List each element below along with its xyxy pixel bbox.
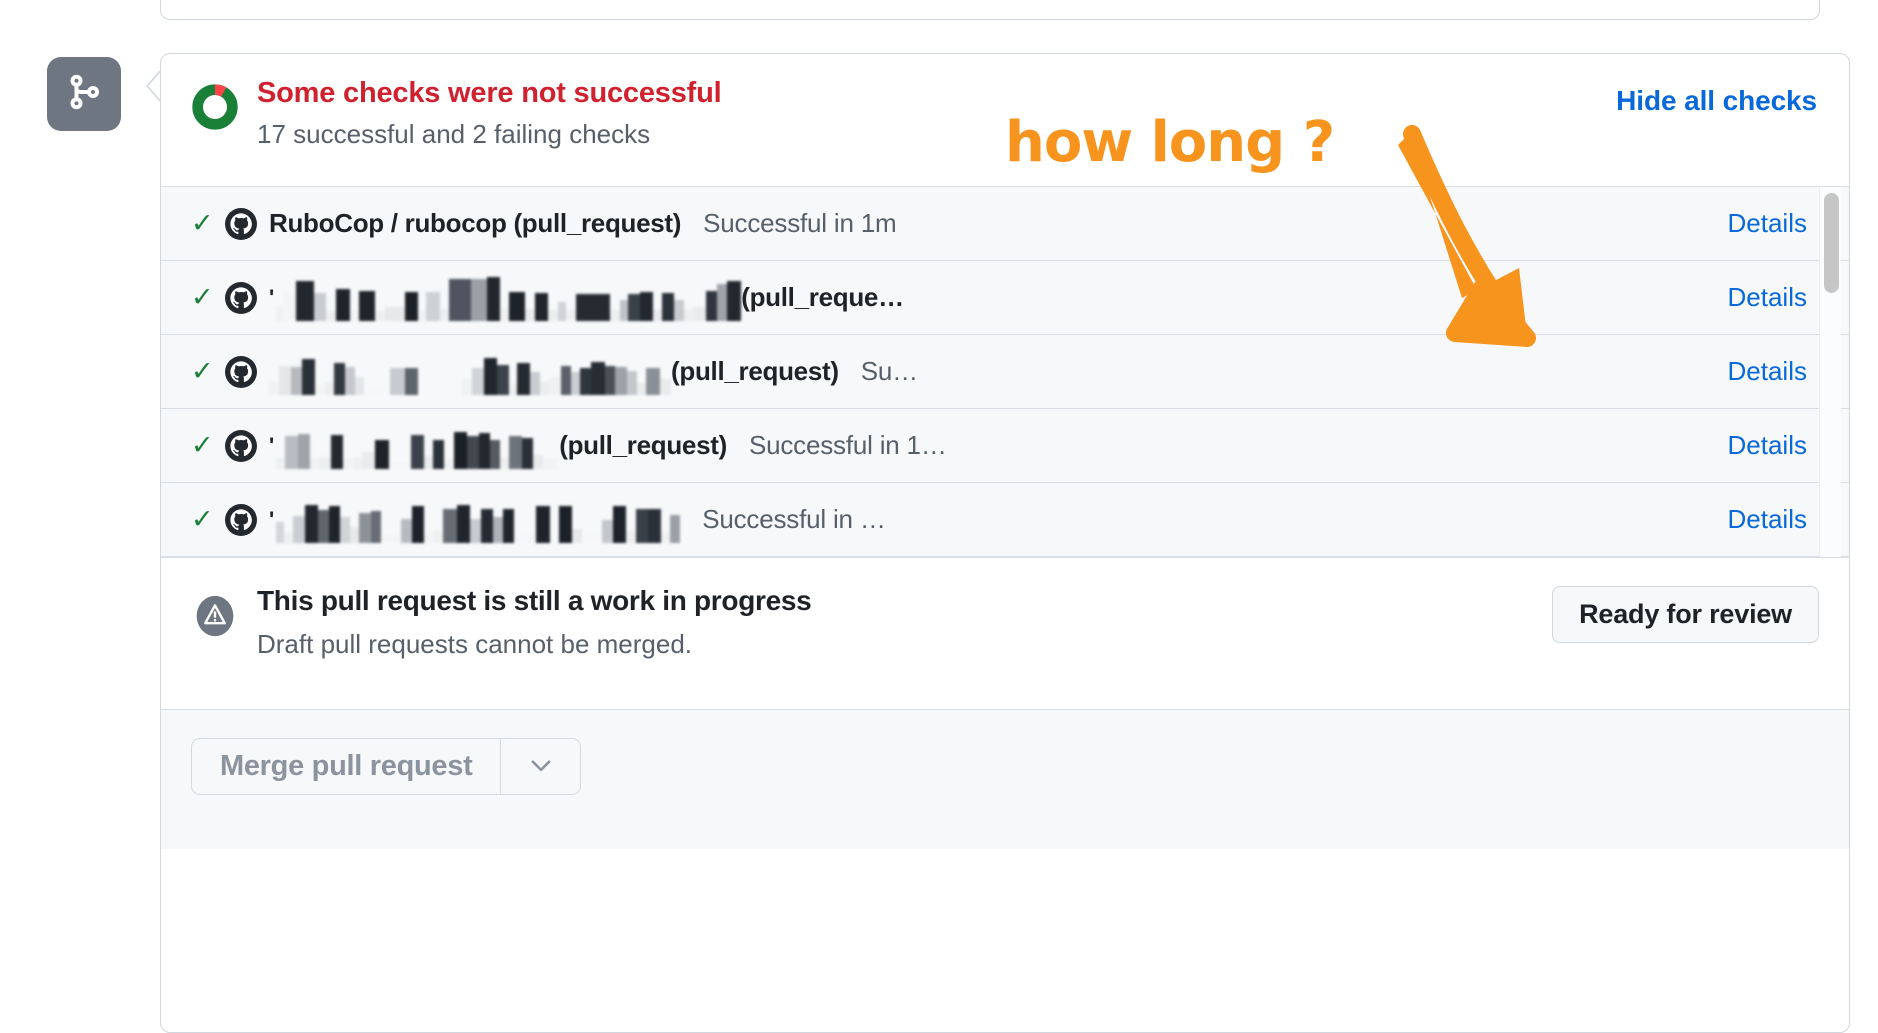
- merge-status-box: Some checks were not successful 17 succe…: [160, 53, 1850, 1033]
- check-name: RuboCop / rubocop (pull_request): [269, 208, 682, 238]
- details-link[interactable]: Details: [1728, 282, 1807, 313]
- table-row[interactable]: ✓ ' Successful in … Details: [161, 483, 1849, 557]
- table-row[interactable]: ✓ (pull_request) Su… Details: [161, 335, 1849, 409]
- table-row[interactable]: ✓ RuboCop / rubocop (pull_request) Succe…: [161, 187, 1849, 261]
- redaction-leading-tick: ': [269, 284, 275, 310]
- hide-all-checks-link[interactable]: Hide all checks: [1616, 85, 1817, 117]
- checks-list: ✓ RuboCop / rubocop (pull_request) Succe…: [161, 186, 1849, 557]
- merge-button-group: Merge pull request: [191, 738, 582, 795]
- previous-timeline-card: [160, 0, 1820, 20]
- details-link[interactable]: Details: [1728, 356, 1807, 387]
- progress-donut-icon: [191, 83, 239, 131]
- checks-title: Some checks were not successful: [257, 77, 722, 109]
- redacted-check-name: [276, 275, 742, 321]
- redacted-check-name: [269, 349, 671, 395]
- merge-pull-request-button[interactable]: Merge pull request: [192, 739, 500, 794]
- checks-subtitle: 17 successful and 2 failing checks: [257, 119, 651, 149]
- check-name: (pull_request): [559, 430, 727, 460]
- github-actions-icon: [223, 502, 259, 538]
- redaction-leading-tick: ': [269, 506, 275, 532]
- check-status: Successful in 1m: [703, 208, 897, 238]
- check-icon: ✓: [191, 356, 214, 386]
- check-name: (pull_reque…: [741, 282, 904, 312]
- alert-circle-icon: [193, 594, 237, 638]
- table-row[interactable]: ✓ ' (pull_request) Successful in 1… Deta…: [161, 409, 1849, 483]
- github-actions-icon: [223, 206, 259, 242]
- timeline-badge: [47, 57, 121, 131]
- check-status: Successful in 1…: [748, 430, 947, 460]
- table-row[interactable]: ✓ ' (pull_reque… Details: [161, 261, 1849, 335]
- check-status: Successful in …: [702, 504, 886, 534]
- check-icon: ✓: [191, 504, 214, 534]
- check-name: (pull_request): [671, 356, 839, 386]
- checks-scrollbar[interactable]: [1819, 187, 1841, 557]
- checks-header: Some checks were not successful 17 succe…: [161, 54, 1849, 186]
- merge-footer: Merge pull request: [161, 709, 1849, 849]
- details-link[interactable]: Details: [1728, 208, 1807, 239]
- merge-dropdown-button[interactable]: [500, 739, 580, 794]
- check-icon: ✓: [191, 430, 214, 460]
- github-actions-icon: [223, 280, 259, 316]
- details-link[interactable]: Details: [1728, 430, 1807, 461]
- chevron-down-icon: [528, 752, 554, 781]
- check-icon: ✓: [191, 208, 214, 238]
- check-status: Su…: [860, 356, 918, 386]
- git-branch-icon: [64, 72, 104, 117]
- redacted-check-name: [276, 423, 560, 469]
- check-icon: ✓: [191, 282, 214, 312]
- scrollbar-thumb[interactable]: [1824, 193, 1839, 293]
- github-actions-icon: [223, 428, 259, 464]
- redaction-leading-tick: ': [269, 432, 275, 458]
- details-link[interactable]: Details: [1728, 504, 1807, 535]
- github-actions-icon: [223, 354, 259, 390]
- redacted-check-name: [276, 497, 681, 543]
- work-in-progress-section: This pull request is still a work in pro…: [161, 557, 1849, 709]
- ready-for-review-button[interactable]: Ready for review: [1552, 586, 1819, 643]
